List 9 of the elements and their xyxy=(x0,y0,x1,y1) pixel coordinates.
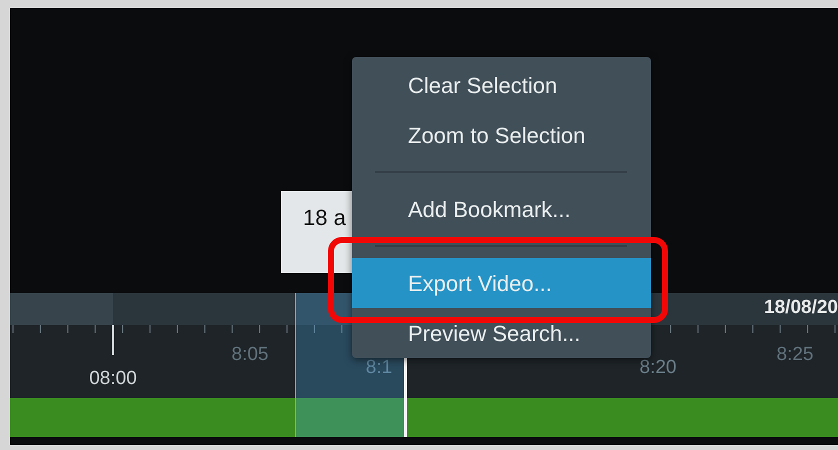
time-label: 8:1 xyxy=(366,358,392,377)
menu-item[interactable]: Clear Selection xyxy=(352,60,651,110)
menu-item[interactable]: Zoom to Selection xyxy=(352,110,651,160)
time-label: 08:00 xyxy=(89,369,137,388)
major-tick xyxy=(112,325,114,355)
time-label: 8:05 xyxy=(232,345,268,364)
time-label: 8:25 xyxy=(776,345,814,364)
timeline-date: 18/08/20 xyxy=(764,298,838,319)
time-label: 8:20 xyxy=(640,358,676,377)
